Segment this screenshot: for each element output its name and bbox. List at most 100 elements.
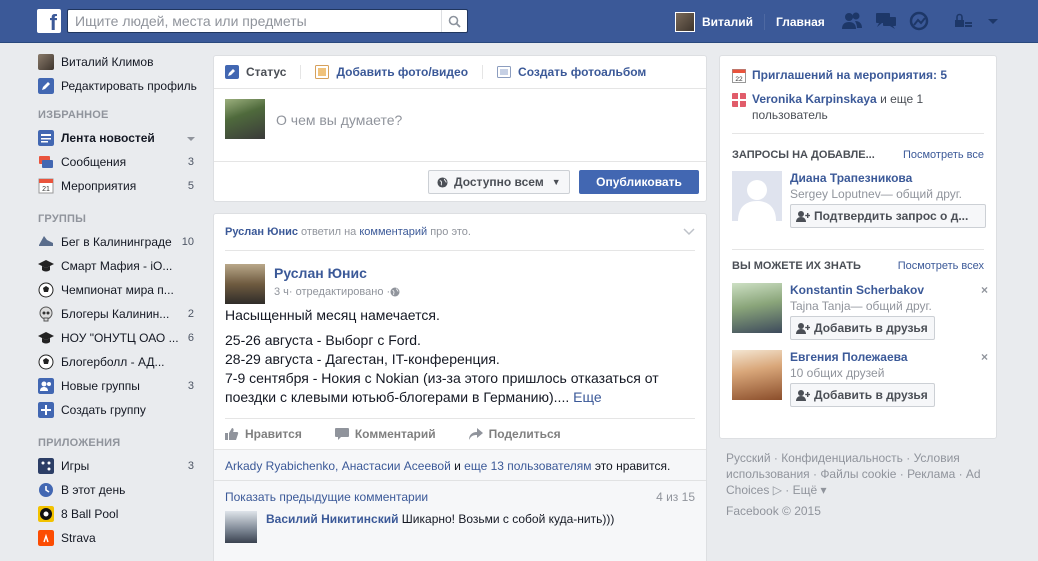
add-friend-icon xyxy=(796,211,810,222)
sidebar-item-games[interactable]: Игры 3 xyxy=(38,454,202,478)
sidebar-item-profile[interactable]: Виталий Климов xyxy=(38,50,202,74)
share-button[interactable]: Поделиться xyxy=(468,427,561,441)
close-icon[interactable]: × xyxy=(981,283,988,297)
add-friend-button[interactable]: Добавить в друзья xyxy=(790,316,935,340)
add-friend-icon xyxy=(796,323,810,334)
sidebar-item-events[interactable]: 21 Мероприятия 5 xyxy=(38,174,202,198)
events-invites-link[interactable]: Приглашений на мероприятия: 5 xyxy=(752,68,947,82)
sidebar-item-edit-profile[interactable]: Редактировать профиль xyxy=(38,74,202,98)
publish-button[interactable]: Опубликовать xyxy=(579,170,699,194)
sidebar-item-label: Создать группу xyxy=(61,403,146,417)
divider xyxy=(482,65,484,79)
soccer-ball-icon xyxy=(38,282,54,298)
sidebar-item-messages[interactable]: Сообщения 3 xyxy=(38,150,202,174)
chevron-down-icon[interactable] xyxy=(683,226,695,236)
sidebar-item-group[interactable]: Чемпионат мира п... xyxy=(38,278,202,302)
friends-icon[interactable] xyxy=(840,11,864,31)
avatar[interactable] xyxy=(225,511,257,543)
post-author[interactable]: Руслан Юнис xyxy=(274,265,367,281)
home-link[interactable]: Главная xyxy=(776,15,825,29)
calendar-icon: 22 xyxy=(732,69,746,83)
sidebar-item-group[interactable]: Блогеры Калинин... 2 xyxy=(38,302,202,326)
sidebar-item-new-groups[interactable]: Новые группы 3 xyxy=(38,374,202,398)
sidebar-count: 3 xyxy=(187,380,194,392)
likers-more-link[interactable]: еще 13 пользователям xyxy=(464,459,591,473)
sidebar-item-group[interactable]: НОУ "ОНУТЦ ОАО ... 6 xyxy=(38,326,202,350)
like-button[interactable]: Нравится xyxy=(225,427,302,441)
sidebar-item-group[interactable]: Смарт Мафия - iO... xyxy=(38,254,202,278)
search-button[interactable] xyxy=(441,10,467,32)
avatar[interactable] xyxy=(732,171,782,221)
likers-link[interactable]: Arkady Ryabichenko, Анастасии Асеевой xyxy=(225,459,451,473)
sidebar-item-group[interactable]: Бег в Калининграде 10 xyxy=(38,230,202,254)
post-line: 28-29 августа - Дагестан, IT-конференция… xyxy=(225,351,500,367)
post-paragraph: Насыщенный месяц намечается. xyxy=(225,307,440,323)
privacy-icon[interactable] xyxy=(952,11,976,31)
show-previous-comments-link[interactable]: Показать предыдущие комментарии xyxy=(225,490,428,504)
sidebar-item-create-group[interactable]: Создать группу xyxy=(38,398,202,422)
sidebar-item-label: Мероприятия xyxy=(61,179,137,193)
sidebar-count: 2 xyxy=(187,308,194,320)
top-icons xyxy=(840,11,1000,31)
sidebar-item-group[interactable]: Блогерболл - АД... xyxy=(38,350,202,374)
tab-status[interactable]: Статус xyxy=(225,65,302,79)
person-name[interactable]: Диана Трапезникова xyxy=(790,171,912,185)
see-more-link[interactable]: Еще xyxy=(573,389,602,405)
story-header-text: про это. xyxy=(427,226,471,238)
post-paragraph: 25-26 августа - Выборг с Ford. 28-29 авг… xyxy=(225,331,695,407)
search-input[interactable] xyxy=(68,10,438,32)
comment-button[interactable]: Комментарий xyxy=(334,427,436,441)
sidebar-count: 6 xyxy=(187,332,194,344)
avatar[interactable] xyxy=(675,12,695,32)
news-feed-icon xyxy=(38,130,54,146)
divider xyxy=(763,14,765,30)
sidebar-item-label: Новые группы xyxy=(61,379,140,393)
post-edited: · отредактировано · xyxy=(288,286,391,298)
messages-icon[interactable] xyxy=(874,11,898,31)
close-icon[interactable]: × xyxy=(981,350,988,364)
photo-icon xyxy=(315,65,330,79)
sidebar-item-label: Чемпионат мира п... xyxy=(61,283,174,297)
pencil-icon xyxy=(225,65,239,79)
tab-add-photo[interactable]: Добавить фото/видео xyxy=(315,65,484,79)
events-invites[interactable]: 22 Приглашений на мероприятия: 5 xyxy=(732,68,947,83)
birthdays[interactable]: Veronika Karpinskaya и еще 1 пользовател… xyxy=(732,92,982,123)
svg-text:21: 21 xyxy=(42,186,50,193)
sidebar-item-strava[interactable]: Strava xyxy=(38,526,202,550)
comment-author[interactable]: Василий Никитинский xyxy=(266,512,398,526)
see-all-pymk-link[interactable]: Посмотреть всех xyxy=(898,260,984,272)
sidebar-item-8-ball-pool[interactable]: 8 Ball Pool xyxy=(38,502,202,526)
add-friend-button[interactable]: Добавить в друзья xyxy=(790,383,935,407)
chevron-down-icon: ▼ xyxy=(551,177,561,187)
audience-selector[interactable]: Доступно всем ▼ xyxy=(428,170,570,194)
avatar[interactable] xyxy=(732,283,782,333)
messages-icon xyxy=(39,156,53,168)
story-comment-link[interactable]: комментарий xyxy=(359,226,427,238)
graduation-cap-icon xyxy=(38,260,54,272)
avatar[interactable] xyxy=(732,350,782,400)
tab-create-album[interactable]: Создать фотоальбом xyxy=(497,65,646,79)
see-all-requests-link[interactable]: Посмотреть все xyxy=(903,149,984,161)
sidebar-item-on-this-day[interactable]: В этот день xyxy=(38,478,202,502)
post-timestamp[interactable]: 3 ч xyxy=(274,286,289,298)
birthday-person-link[interactable]: Veronika Karpinskaya xyxy=(752,92,877,106)
sidebar-count: 3 xyxy=(187,156,194,168)
profile-link[interactable]: Виталий xyxy=(702,15,753,29)
avatar[interactable] xyxy=(225,264,265,304)
account-menu-icon[interactable] xyxy=(986,11,1000,31)
status-input[interactable]: О чем вы думаете? xyxy=(276,112,402,128)
person-name[interactable]: Konstantin Scherbakov xyxy=(790,283,924,297)
default-avatar-icon xyxy=(732,171,782,221)
comments-count: 4 из 15 xyxy=(656,490,695,504)
sidebar-item-news-feed[interactable]: Лента новостей xyxy=(38,126,202,150)
top-user-nav: Виталий Главная xyxy=(675,11,825,33)
person-name[interactable]: Евгения Полежаева xyxy=(790,350,908,364)
footer-links[interactable]: Русский · Конфиденциальность · Условия и… xyxy=(726,450,996,498)
chevron-down-icon[interactable] xyxy=(186,134,196,144)
share-icon xyxy=(468,428,483,440)
button-label: Добавить в друзья xyxy=(814,321,928,335)
facebook-logo[interactable]: f xyxy=(37,9,61,33)
confirm-request-button[interactable]: Подтвердить запрос о д... xyxy=(790,204,986,228)
story-actor-link[interactable]: Руслан Юнис xyxy=(225,226,298,238)
notifications-icon[interactable] xyxy=(908,11,930,31)
